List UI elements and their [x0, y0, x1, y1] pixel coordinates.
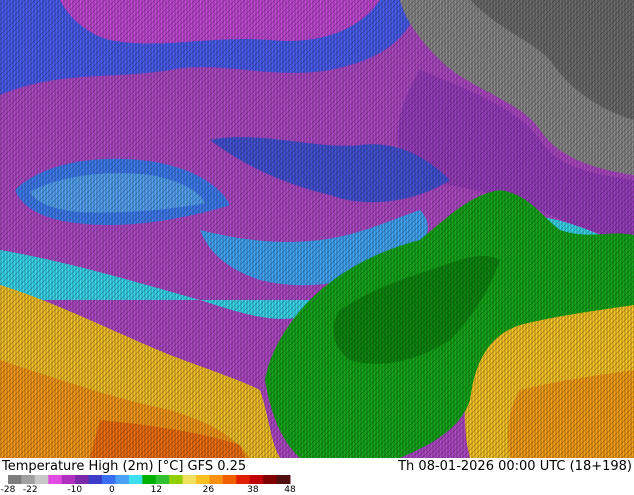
scale-swatch — [182, 475, 197, 484]
scale-tick-label: 26 — [202, 485, 215, 495]
scale-swatch — [236, 475, 251, 484]
scale-tick-label: -10 — [67, 485, 83, 495]
temperature-map — [0, 0, 634, 458]
scale-swatch — [115, 475, 130, 484]
scale-swatch — [128, 475, 143, 484]
scale-swatch — [142, 475, 157, 484]
scale-swatch — [75, 475, 90, 484]
scale-swatch — [196, 475, 210, 484]
scale-swatch — [61, 475, 76, 484]
scale-swatch — [8, 475, 22, 484]
scale-tick-label: 12 — [150, 485, 163, 495]
scale-swatch — [222, 475, 237, 484]
scale-swatch — [276, 475, 291, 484]
scale-swatch — [263, 475, 278, 484]
map-canvas — [0, 0, 634, 458]
scale-swatch — [88, 475, 103, 484]
scale-tick-label: -28 — [0, 485, 16, 495]
scale-swatch — [34, 475, 49, 484]
value-text-overlay-2 — [0, 0, 634, 458]
scale-tick-label: 48 — [284, 485, 296, 495]
scale-swatch — [102, 475, 116, 484]
scale-swatch — [21, 475, 36, 484]
scale-swatch — [48, 475, 63, 484]
scale-tick-label: 38 — [247, 485, 259, 495]
scale-swatch — [209, 475, 224, 484]
scale-swatch — [249, 475, 264, 484]
valid-time: Th 08-01-2026 00:00 UTC (18+198) — [398, 459, 632, 474]
footer-bar: Temperature High (2m) [°C] GFS 0.25 Th 0… — [0, 458, 634, 495]
scale-tick-label: 0 — [109, 485, 115, 495]
map-title: Temperature High (2m) [°C] GFS 0.25 — [2, 459, 247, 474]
scale-tick-label: -22 — [22, 485, 38, 495]
scale-swatch — [155, 475, 170, 484]
scale-swatch — [169, 475, 184, 484]
